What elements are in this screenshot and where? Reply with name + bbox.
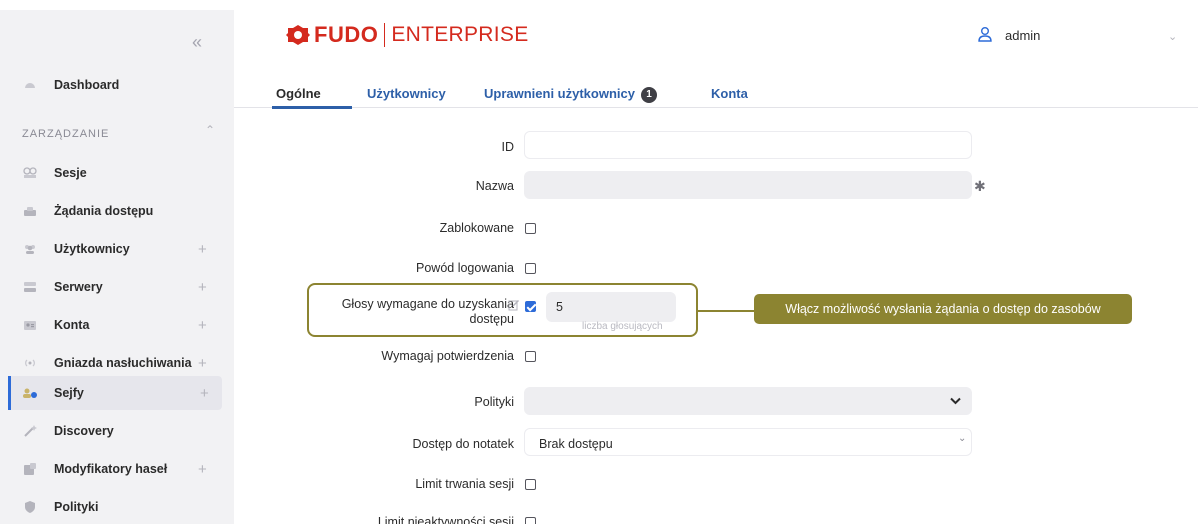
id-field[interactable]	[524, 131, 972, 159]
tab-uprawnieni-uzytkownicy[interactable]: Uprawnieni użytkownicy 1	[484, 86, 657, 103]
sidebar-item-label: Serwery	[54, 280, 103, 294]
policies-select[interactable]	[524, 387, 972, 415]
notes-access-value: Brak dostępu	[539, 437, 613, 451]
expand-icon[interactable]: +	[198, 241, 207, 258]
expand-icon[interactable]: +	[198, 355, 207, 372]
logo-divider	[384, 23, 386, 47]
discovery-icon	[22, 423, 38, 439]
session-time-limit-label: Limit trwania sesji	[415, 477, 514, 491]
tab-uzytkownicy[interactable]: Użytkownicy	[367, 86, 446, 101]
sidebar-item-modyfikatory-hasel[interactable]: Modyfikatory haseł +	[0, 452, 234, 486]
sidebar-item-dashboard[interactable]: Dashboard	[0, 68, 234, 102]
chevron-down-icon[interactable]	[950, 393, 961, 408]
sidebar-item-label: Żądania dostępu	[54, 204, 154, 218]
callout-connector	[698, 310, 754, 312]
sessions-icon	[22, 165, 38, 181]
tab-label: Uprawnieni użytkownicy	[484, 86, 635, 101]
votes-label: Głosy wymagane do uzyskania dostępu	[342, 297, 514, 327]
tab-bar: Ogólne Użytkownicy Uprawnieni użytkownic…	[234, 80, 1198, 108]
login-reason-checkbox[interactable]	[525, 263, 536, 274]
sidebar-item-gniazda-nasluchiwania[interactable]: Gniazda nasłuchiwania +	[0, 346, 234, 380]
chevron-down-icon[interactable]: ⌄	[958, 433, 966, 444]
collapse-sidebar-icon[interactable]: «	[192, 32, 202, 53]
logo-product: ENTERPRISE	[391, 23, 529, 46]
edit-icon[interactable]	[508, 299, 520, 314]
votes-label-line2: dostępu	[469, 312, 514, 326]
votes-hint: liczba głosujących	[582, 321, 663, 332]
safes-icon	[22, 385, 38, 401]
votes-label-line1: Głosy wymagane do uzyskania	[341, 297, 514, 311]
expand-icon[interactable]: +	[200, 385, 209, 402]
session-time-limit-checkbox[interactable]	[525, 479, 536, 490]
sidebar-item-label: Sejfy	[54, 386, 84, 400]
inactivity-limit-checkbox[interactable]	[525, 517, 536, 524]
expand-icon[interactable]: +	[198, 279, 207, 296]
fudo-logo-icon	[286, 25, 310, 45]
chevron-up-icon[interactable]: ⌃	[205, 123, 215, 137]
chevron-down-icon[interactable]: ⌄	[1168, 30, 1177, 43]
require-confirmation-label: Wymagaj potwierdzenia	[381, 349, 514, 363]
blocked-checkbox[interactable]	[525, 223, 536, 234]
callout-tooltip: Włącz możliwość wysłania żądania o dostę…	[754, 294, 1132, 324]
callout-text: Włącz możliwość wysłania żądania o dostę…	[785, 302, 1101, 316]
logo-brand: FUDO	[314, 22, 379, 47]
user-name: admin	[1005, 28, 1041, 43]
sidebar-item-label: Discovery	[54, 424, 114, 438]
notes-access-label: Dostęp do notatek	[412, 437, 514, 451]
sidebar-item-zadania-dostepu[interactable]: Żądania dostępu	[0, 194, 234, 228]
active-item-indicator	[8, 376, 11, 410]
login-reason-label: Powód logowania	[416, 261, 514, 275]
votes-value: 5	[556, 300, 563, 314]
name-field[interactable]	[524, 171, 972, 199]
votes-input[interactable]	[546, 292, 676, 322]
sidebar-item-polityki[interactable]: Polityki	[0, 490, 234, 524]
sidebar-item-label: Gniazda nasłuchiwania	[54, 356, 192, 370]
count-badge: 1	[640, 87, 657, 103]
dashboard-icon	[22, 77, 38, 93]
sidebar-item-uzytkownicy[interactable]: Użytkownicy +	[0, 232, 234, 266]
sidebar-section-title: ZARZĄDZANIE	[22, 128, 110, 140]
blocked-label: Zablokowane	[439, 221, 514, 235]
require-confirmation-checkbox[interactable]	[525, 351, 536, 362]
sidebar-item-label: Użytkownicy	[54, 242, 130, 256]
password-modifiers-icon	[22, 461, 38, 477]
required-icon: ✱	[974, 178, 986, 194]
expand-icon[interactable]: +	[198, 317, 207, 334]
active-tab-indicator	[272, 106, 352, 109]
votes-checkbox[interactable]	[525, 301, 536, 312]
tab-konta[interactable]: Konta	[711, 86, 748, 101]
sidebar-item-sejfy[interactable]: Sejfy +	[8, 376, 222, 410]
sidebar-item-konta[interactable]: Konta +	[0, 308, 234, 342]
sidebar-item-label: Modyfikatory haseł	[54, 462, 168, 476]
user-menu[interactable]: admin	[977, 26, 1040, 45]
fudo-logo: FUDO ENTERPRISE	[286, 22, 529, 48]
policies-label: Polityki	[474, 395, 514, 409]
name-label: Nazwa	[475, 179, 514, 193]
id-label: ID	[501, 140, 515, 154]
sidebar-item-label: Polityki	[54, 500, 99, 514]
users-icon	[22, 241, 38, 257]
user-icon	[977, 26, 993, 45]
access-requests-icon	[22, 203, 38, 219]
listeners-icon	[22, 355, 38, 371]
sidebar-item-label: Dashboard	[54, 78, 120, 92]
sidebar: « Dashboard ZARZĄDZANIE ⌃ Sesje Żądania …	[0, 10, 234, 524]
sidebar-item-serwery[interactable]: Serwery +	[0, 270, 234, 304]
shield-icon	[22, 499, 38, 515]
tab-ogolne[interactable]: Ogólne	[276, 86, 321, 101]
accounts-icon	[22, 317, 38, 333]
sidebar-item-label: Sesje	[54, 166, 87, 180]
servers-icon	[22, 279, 38, 295]
sidebar-item-label: Konta	[54, 318, 90, 332]
expand-icon[interactable]: +	[198, 461, 207, 478]
sidebar-item-discovery[interactable]: Discovery	[0, 414, 234, 448]
sidebar-item-sesje[interactable]: Sesje	[0, 156, 234, 190]
inactivity-limit-label: Limit nieaktywności sesji	[377, 515, 514, 524]
